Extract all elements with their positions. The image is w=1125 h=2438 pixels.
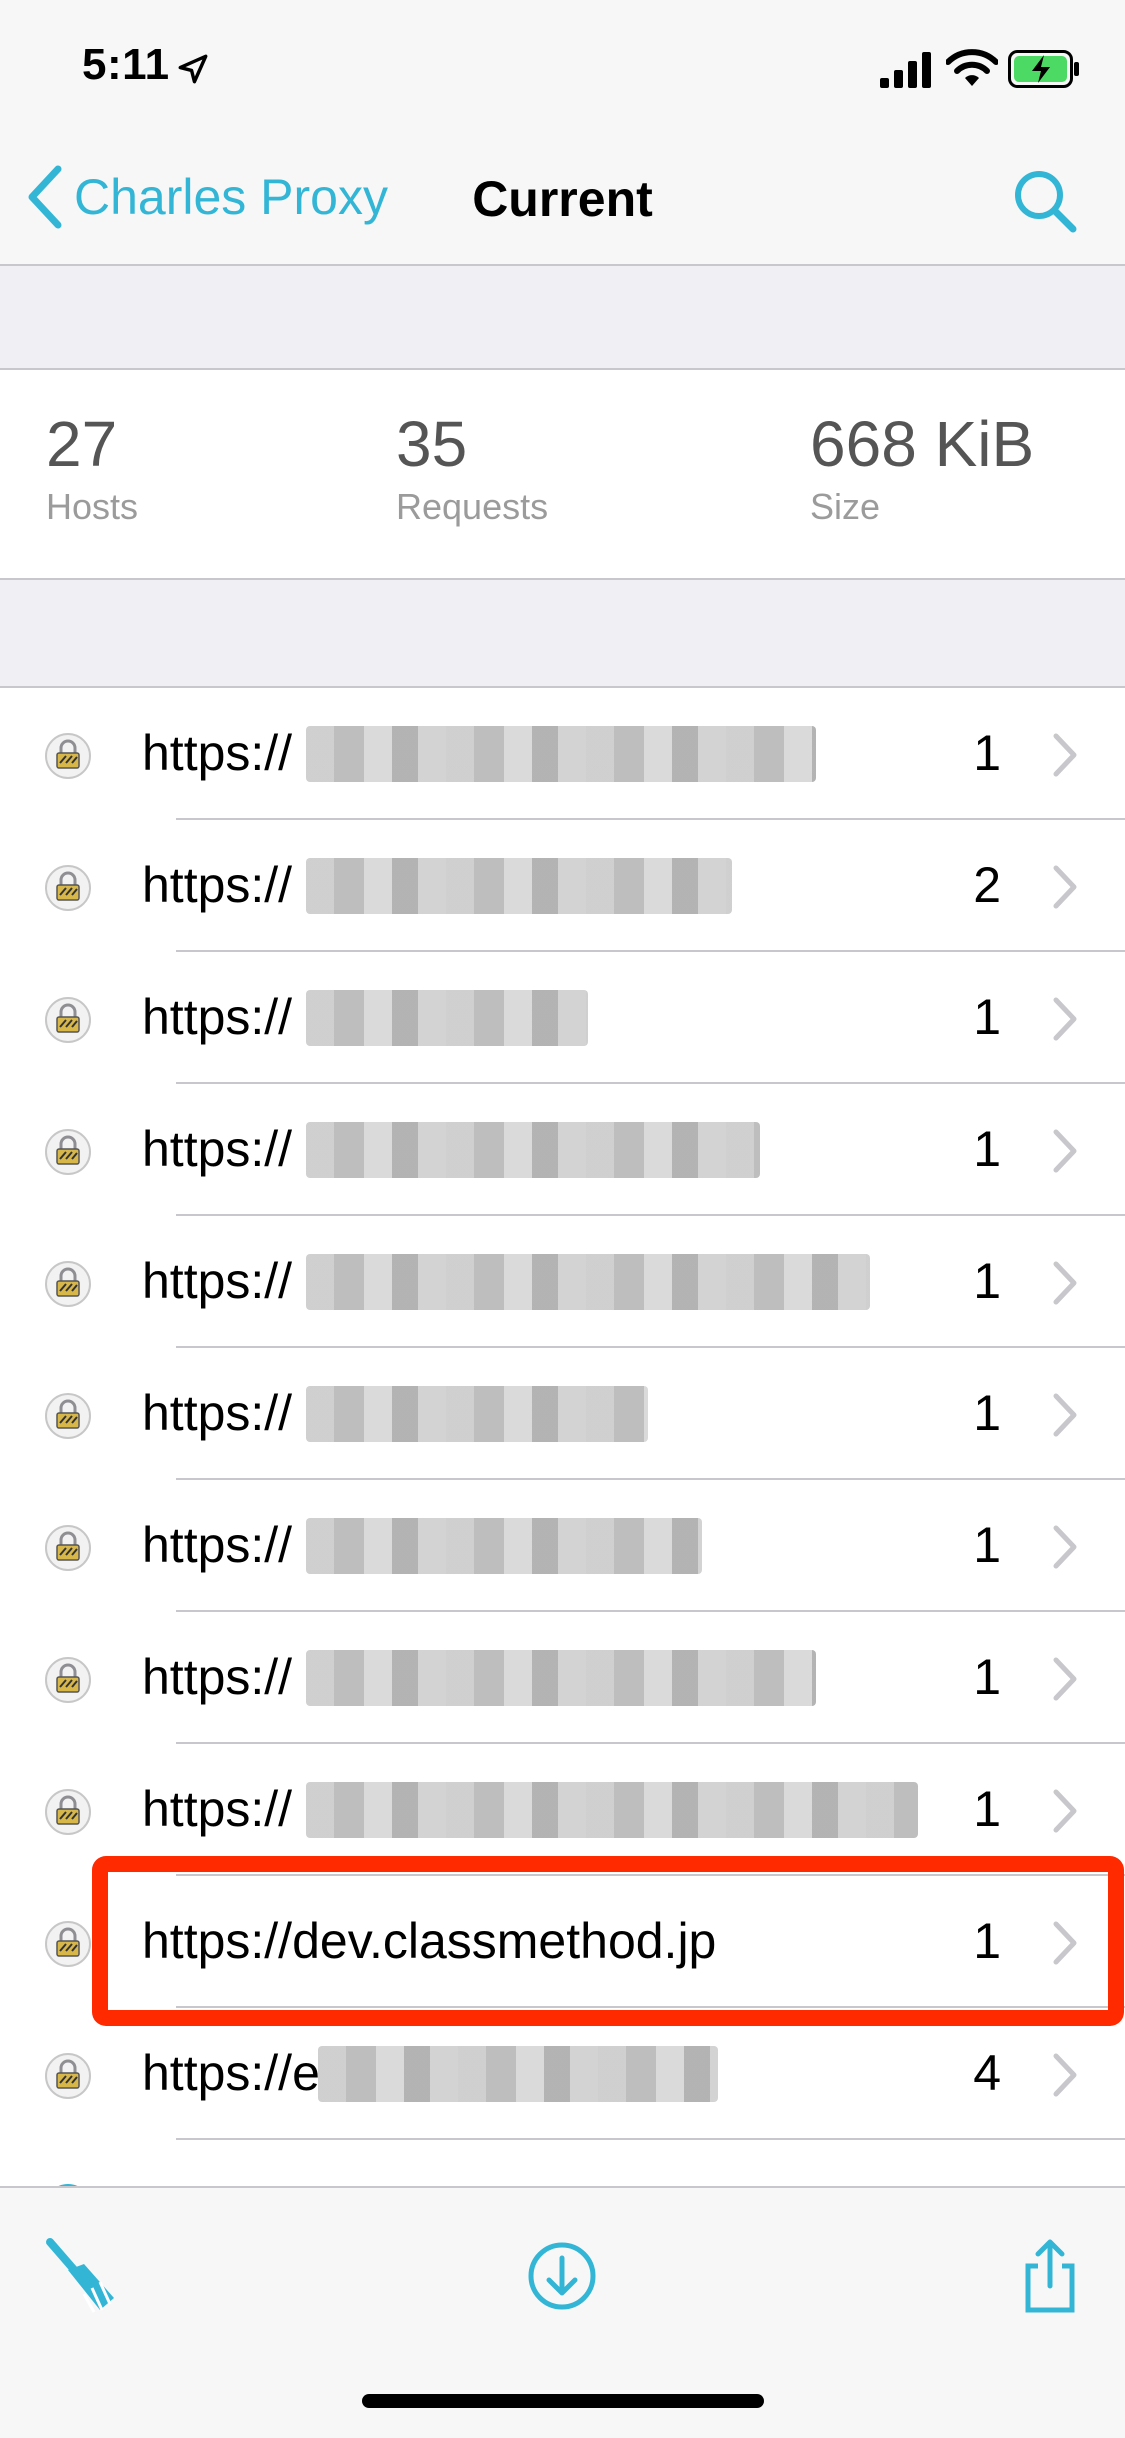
size-value: 668 KiB (810, 408, 1035, 480)
host-url: https:// (142, 1385, 293, 1441)
size-stat: 668 KiB Size (810, 412, 1034, 528)
hosts-count: 27 (46, 408, 118, 480)
request-count: 2 (973, 857, 1001, 913)
chevron-right-icon (1053, 997, 1077, 1041)
navigation-bar: Charles Proxy Current (0, 140, 1125, 266)
home-indicator (362, 2394, 764, 2408)
redacted-host (306, 858, 732, 914)
chevron-left-icon (28, 165, 62, 229)
host-url: https:// (142, 1649, 293, 1705)
host-url: https://e (142, 2045, 320, 2101)
chevron-right-icon (1053, 1657, 1077, 1701)
request-count: 1 (973, 1385, 1001, 1441)
lock-icon (45, 2053, 91, 2099)
chevron-right-icon (1053, 1921, 1077, 1965)
request-count: 1 (973, 1913, 1001, 1969)
host-row[interactable]: https:// 2 (0, 820, 1125, 952)
host-url: https:// (142, 1517, 293, 1573)
redacted-host (318, 2046, 718, 2102)
lock-icon (45, 1129, 91, 1175)
requests-count: 35 (396, 408, 468, 480)
host-row[interactable]: https:// 1 (0, 1216, 1125, 1348)
host-row-highlighted[interactable]: https://dev.classmethod.jp 1 (0, 1876, 1125, 2008)
request-count: 1 (973, 1517, 1001, 1573)
request-count: 1 (973, 1781, 1001, 1837)
host-row[interactable]: https:// 1 (0, 952, 1125, 1084)
summary-stats: 27 Hosts 35 Requests 668 KiB Size (0, 370, 1125, 580)
redacted-host (306, 1122, 760, 1178)
host-row[interactable]: https://e 4 (0, 2008, 1125, 2140)
requests-stat: 35 Requests (396, 412, 548, 528)
share-icon[interactable] (1010, 2236, 1090, 2316)
lock-icon (45, 1789, 91, 1835)
redacted-host (306, 1254, 870, 1310)
host-url: https:// (142, 725, 293, 781)
lock-icon (45, 733, 91, 779)
back-button-label: Charles Proxy (74, 169, 388, 225)
hosts-label: Hosts (46, 486, 139, 527)
chevron-right-icon (1053, 2053, 1077, 2097)
request-count: 1 (973, 1253, 1001, 1309)
hosts-stat: 27 Hosts (46, 412, 138, 528)
request-count: 1 (973, 989, 1001, 1045)
lock-icon (45, 1921, 91, 1967)
redacted-host (306, 990, 588, 1046)
section-spacer (0, 266, 1125, 370)
host-row-partial[interactable] (0, 2140, 1125, 2186)
signal-icon (880, 52, 931, 88)
search-icon[interactable] (1012, 168, 1078, 234)
request-count: 1 (973, 1649, 1001, 1705)
host-url: https:// (142, 857, 293, 913)
location-arrow-icon (178, 54, 208, 84)
status-bar: 5:11 (0, 0, 1125, 140)
download-icon[interactable] (522, 2236, 602, 2316)
size-label: Size (810, 486, 881, 527)
host-url: https:// (142, 989, 293, 1045)
request-count: 4 (973, 2045, 1001, 2101)
chevron-right-icon (1053, 733, 1077, 777)
host-url: https:// (142, 1121, 293, 1177)
host-row[interactable]: https:// 1 (0, 1612, 1125, 1744)
back-button[interactable]: Charles Proxy (24, 162, 388, 232)
host-row[interactable]: https:// 1 (0, 1744, 1125, 1876)
status-time: 5:11 (82, 40, 170, 89)
host-row[interactable]: https:// 1 (0, 1084, 1125, 1216)
host-url: https:// (142, 1781, 293, 1837)
wifi-icon (946, 49, 998, 86)
chevron-right-icon (1053, 865, 1077, 909)
battery-icon (1008, 50, 1079, 88)
broom-icon[interactable] (42, 2236, 122, 2316)
lock-icon (45, 997, 91, 1043)
chevron-right-icon (1053, 1525, 1077, 1569)
redacted-host (306, 1386, 648, 1442)
chevron-right-icon (1053, 1261, 1077, 1305)
chevron-right-icon (1053, 1393, 1077, 1437)
lock-icon (45, 1261, 91, 1307)
chevron-right-icon (1053, 1129, 1077, 1173)
lock-icon (45, 1393, 91, 1439)
lock-icon (45, 1525, 91, 1571)
section-spacer (0, 580, 1125, 688)
redacted-host (306, 1518, 702, 1574)
lock-icon (45, 1657, 91, 1703)
page-title: Current (472, 171, 653, 227)
redacted-host (306, 1650, 816, 1706)
request-count: 1 (973, 725, 1001, 781)
chevron-right-icon (1053, 1789, 1077, 1833)
redacted-host (306, 1782, 918, 1838)
host-row[interactable]: https:// 1 (0, 1480, 1125, 1612)
request-count: 1 (973, 1121, 1001, 1177)
host-url: https://dev.classmethod.jp (142, 1913, 717, 1969)
host-url: https:// (142, 1253, 293, 1309)
redacted-host (306, 726, 816, 782)
host-row[interactable]: https:// 1 (0, 688, 1125, 820)
requests-label: Requests (396, 486, 549, 527)
lock-icon (45, 865, 91, 911)
host-list: https:// 1 https:// 2 https:// 1 https:/… (0, 688, 1125, 2186)
host-row[interactable]: https:// 1 (0, 1348, 1125, 1480)
